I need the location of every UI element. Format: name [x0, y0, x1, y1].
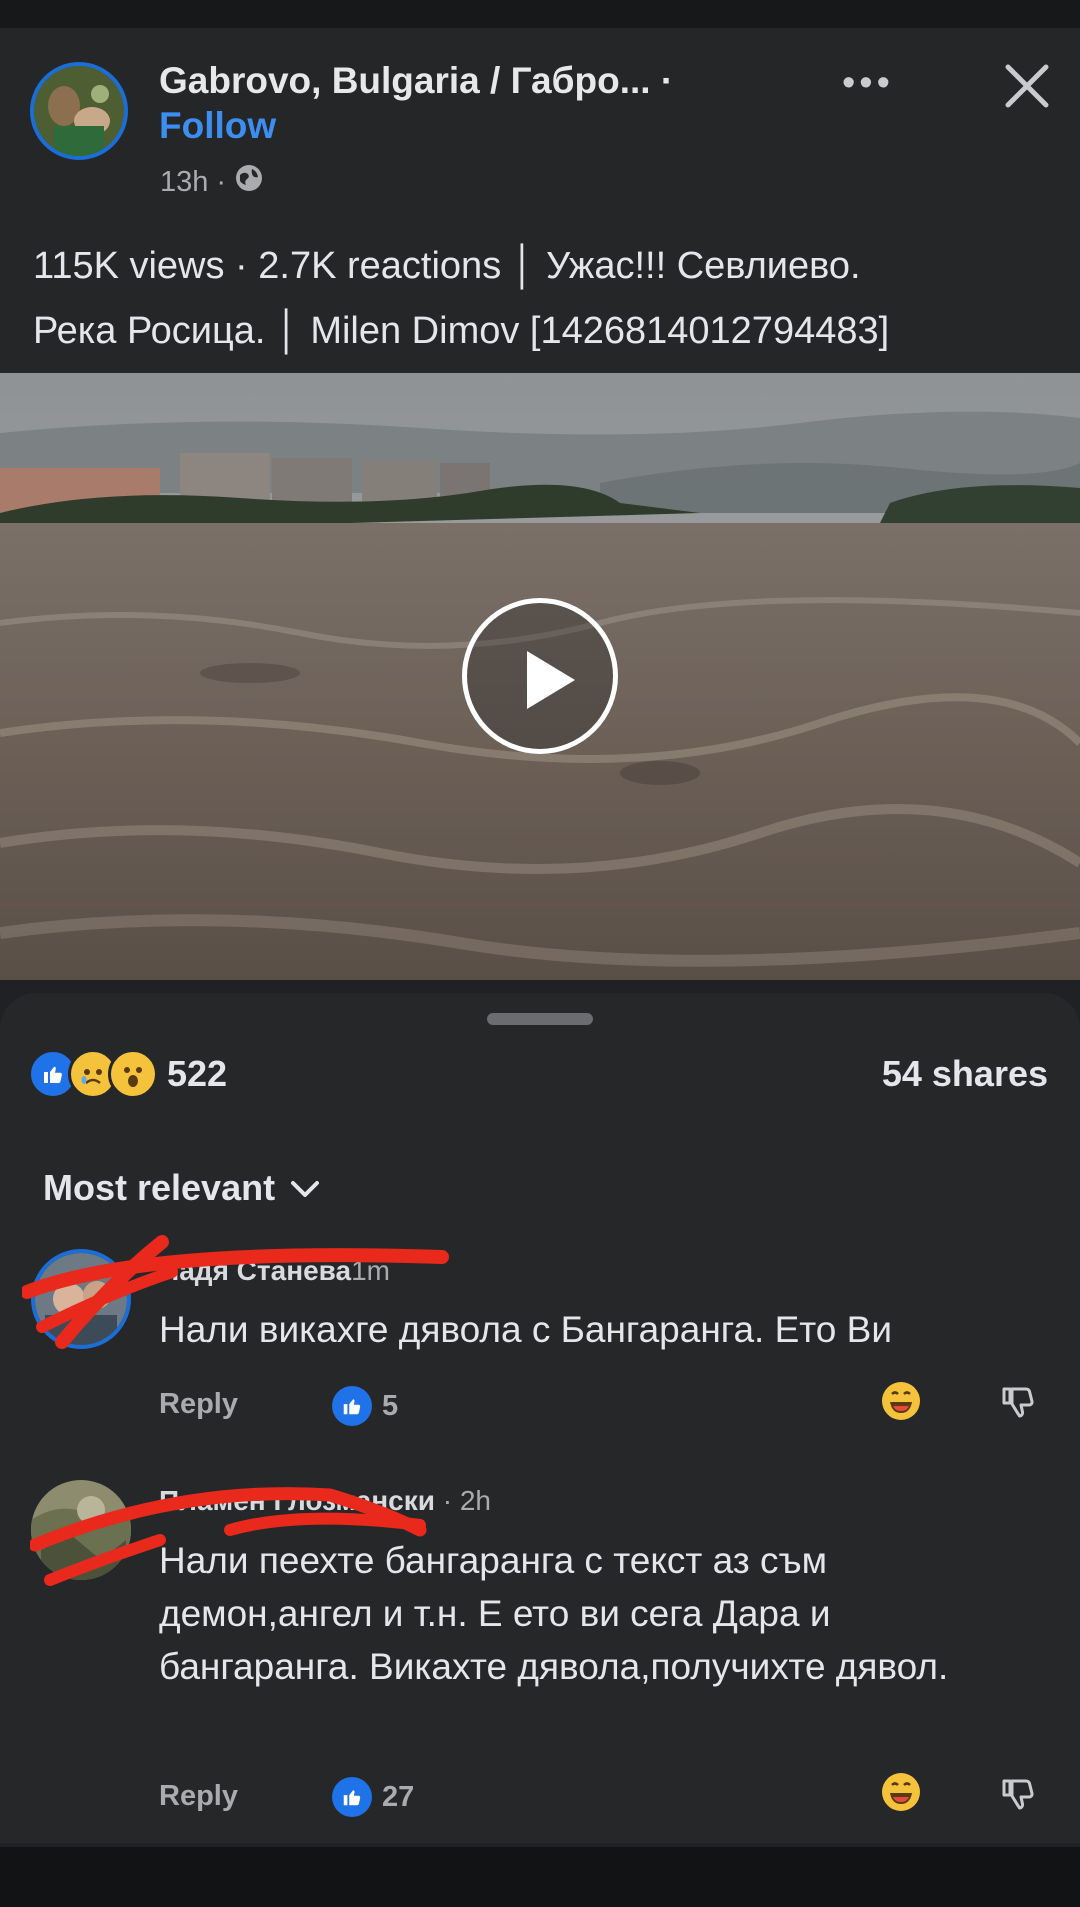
- navigation-bar: [0, 1847, 1080, 1907]
- post-meta: 13h ·: [160, 163, 264, 201]
- comment-author-name[interactable]: Надя Станева: [159, 1255, 351, 1286]
- comment-text: Нали пеехте бангаранга с текст аз съм де…: [159, 1540, 949, 1687]
- meta-separator: ·: [216, 165, 227, 198]
- follow-button[interactable]: Follow: [159, 105, 276, 147]
- globe-icon: [234, 163, 264, 201]
- post-description: 115K views · 2.7K reactions │ Ужас!!! Се…: [33, 234, 1053, 364]
- comment-avatar[interactable]: [31, 1480, 131, 1580]
- sort-dropdown[interactable]: Most relevant: [43, 1167, 321, 1209]
- comment-author[interactable]: Пламен Глозмански · 2h: [159, 1485, 491, 1517]
- dislike-icon[interactable]: [998, 1773, 1038, 1813]
- comment-time: · 2h: [434, 1485, 491, 1516]
- dislike-icon[interactable]: [998, 1381, 1038, 1421]
- comment-avatar[interactable]: [31, 1249, 131, 1349]
- close-icon[interactable]: [1003, 62, 1051, 110]
- play-button[interactable]: [462, 598, 618, 754]
- comment-author-name[interactable]: Пламен Глозмански: [159, 1485, 435, 1516]
- status-bar: [0, 0, 1080, 28]
- laugh-emoji-icon[interactable]: [880, 1380, 922, 1422]
- comment-like-count[interactable]: 27: [332, 1777, 414, 1817]
- page-name[interactable]: Gabrovo, Bulgaria / Габро... ·: [159, 60, 673, 102]
- reply-button[interactable]: Reply: [159, 1388, 238, 1421]
- more-options-button[interactable]: •••: [842, 62, 894, 105]
- page-avatar[interactable]: [30, 62, 128, 160]
- comment-text: Нали викахге дявола с Бангаранга. Ето Ви: [159, 1309, 893, 1350]
- like-count: 5: [382, 1389, 399, 1422]
- comment-author[interactable]: Надя Станева1m: [159, 1255, 390, 1287]
- sheet-drag-handle[interactable]: [487, 1013, 593, 1025]
- wow-icon: [108, 1049, 158, 1099]
- description-line-1: 115K views · 2.7K reactions │ Ужас!!! Се…: [33, 245, 861, 287]
- reaction-count[interactable]: 522: [167, 1053, 227, 1095]
- like-icon: [332, 1386, 372, 1426]
- sort-label: Most relevant: [43, 1167, 276, 1208]
- like-count: 27: [382, 1780, 415, 1813]
- chevron-down-icon: [289, 1167, 321, 1209]
- description-line-2: Река Росица. │ Milen Dimov [142681401279…: [33, 310, 890, 352]
- comment-time: 1m: [351, 1255, 390, 1286]
- shares-count[interactable]: 54 shares: [882, 1053, 1048, 1095]
- reply-button[interactable]: Reply: [159, 1780, 238, 1813]
- like-icon: [332, 1777, 372, 1817]
- reaction-icons[interactable]: [28, 1049, 158, 1099]
- comment-like-count[interactable]: 5: [332, 1386, 398, 1426]
- laugh-emoji-icon[interactable]: [880, 1771, 922, 1813]
- post-time: 13h: [160, 165, 209, 198]
